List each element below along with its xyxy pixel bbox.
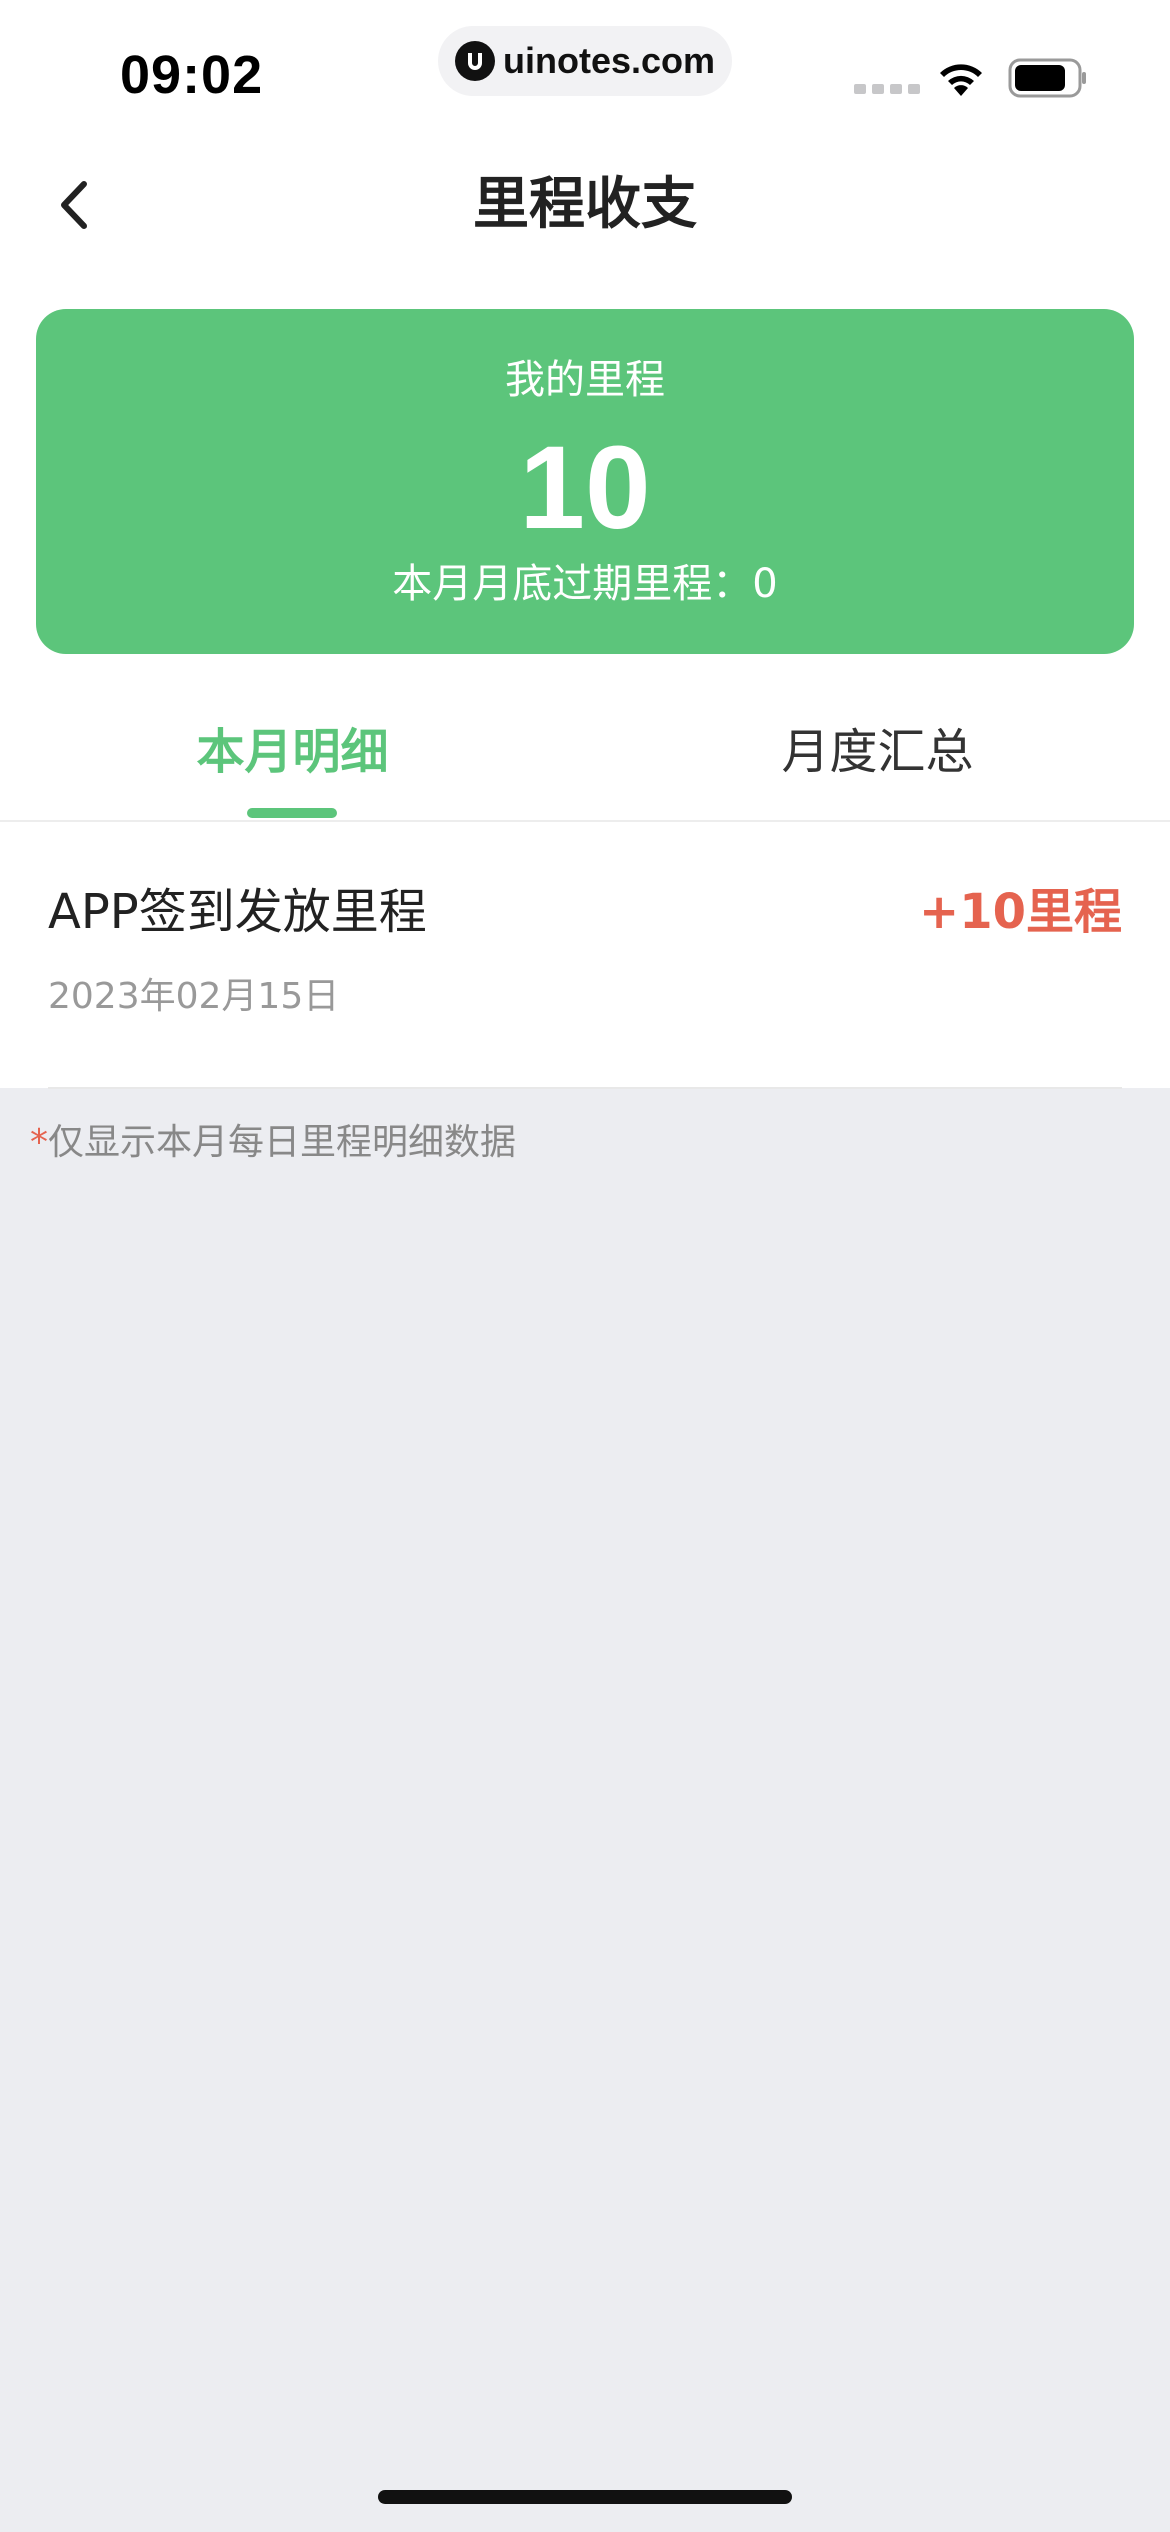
record-amount: +10里程 [918,884,1122,940]
record-date: 2023年02月15日 [48,976,340,1017]
mileage-summary-card: 我的里程 10 本月月底过期里程：0 [36,309,1134,654]
record-title: APP签到发放里程 [48,884,427,940]
footnote-star: * [30,1122,48,1163]
battery-icon [1008,58,1088,102]
tab-bar: 本月明细 月度汇总 [0,700,1170,822]
list-item: APP签到发放里程 +10里程 2023年02月15日 [48,824,1122,1089]
footnote-text: 仅显示本月每日里程明细数据 [48,1122,517,1163]
tab-monthly-detail[interactable]: 本月明细 [0,720,585,784]
status-bar: 09:02 uinotes.com [0,0,1170,140]
status-time: 09:02 [120,45,264,105]
footnote: *仅显示本月每日里程明细数据 [30,1118,516,1168]
expiry-text: 本月月底过期里程：0 [392,561,778,607]
page-title: 里程收支 [473,172,697,237]
tab-monthly-summary[interactable]: 月度汇总 [585,720,1170,784]
active-tab-indicator [247,808,337,818]
cellular-signal-icon [854,84,920,94]
card-label: 我的里程 [505,357,665,403]
wifi-icon [934,58,988,102]
mileage-value: 10 [519,422,651,554]
url-text: uinotes.com [502,40,716,81]
site-logo-icon [454,41,495,81]
url-pill[interactable]: uinotes.com [438,26,732,96]
home-indicator[interactable] [378,2490,792,2504]
